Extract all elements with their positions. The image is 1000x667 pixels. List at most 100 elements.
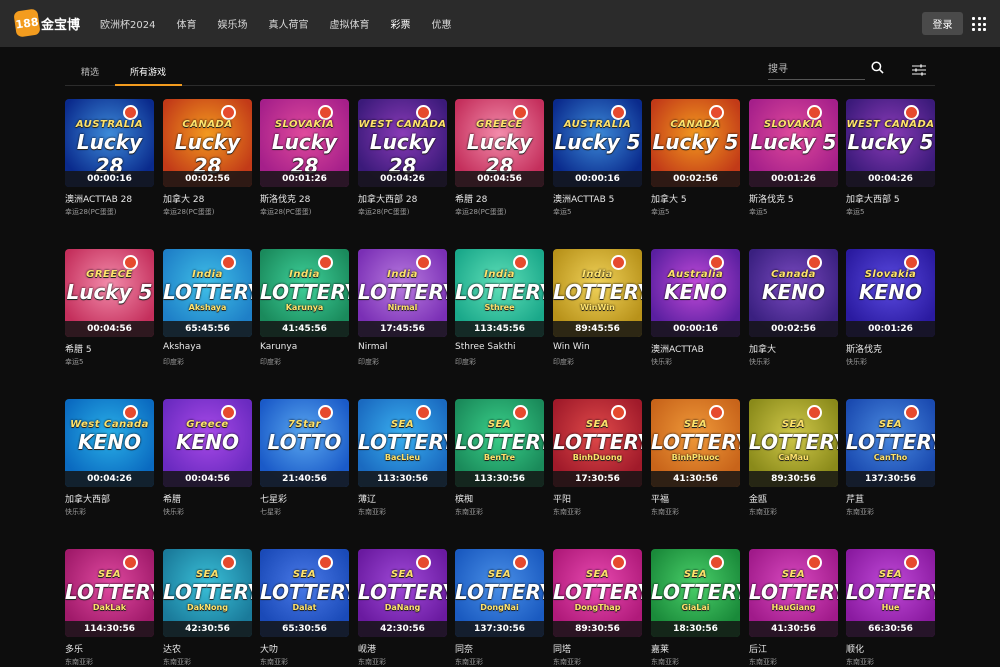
game-name[interactable]: 澳洲ACTTAB 28 <box>65 192 132 205</box>
game-category: 快乐彩 <box>65 508 86 516</box>
search-icon[interactable] <box>871 61 884 74</box>
game-thumbnail[interactable]: SEA LOTTERY CanTho 137:30:56 <box>846 399 935 487</box>
game-name[interactable]: 薄辽 <box>358 492 376 505</box>
game-thumbnail[interactable]: WEST CANADA Lucky 28 00:04:26 <box>358 99 447 187</box>
game-name[interactable]: 希腊 28 <box>455 192 487 205</box>
thumbnail-game-title: LOTTERY <box>358 280 447 304</box>
game-thumbnail[interactable]: SEA LOTTERY Hue 66:30:56 <box>846 549 935 637</box>
game-thumbnail[interactable]: Slovakia KENO 00:01:26 <box>846 249 935 337</box>
nav-item[interactable]: 体育 <box>176 16 196 31</box>
game-thumbnail[interactable]: SEA LOTTERY HauGiang 41:30:56 <box>749 549 838 637</box>
game-name[interactable]: 七星彩 <box>260 492 287 505</box>
game-name[interactable]: 斯洛伐克 28 <box>260 192 310 205</box>
lottery-ball-icon <box>709 255 724 270</box>
nav-item[interactable]: 欧洲杯2024 <box>100 16 155 31</box>
game-name[interactable]: 金瓯 <box>749 492 767 505</box>
game-name[interactable]: 斯洛伐克 5 <box>749 192 794 205</box>
game-thumbnail[interactable]: SEA LOTTERY BinhPhuoc 41:30:56 <box>651 399 740 487</box>
game-thumbnail[interactable]: Canada KENO 00:02:56 <box>749 249 838 337</box>
game-thumbnail[interactable]: SEA LOTTERY BinhDuong 17:30:56 <box>553 399 642 487</box>
game-name[interactable]: 加拿大 28 <box>163 192 204 205</box>
game-thumbnail[interactable]: GREECE Lucky 5 00:04:56 <box>65 249 154 337</box>
site-logo[interactable]: 188 金宝博 <box>13 8 95 38</box>
game-name[interactable]: 后江 <box>749 642 767 655</box>
game-thumbnail[interactable]: India LOTTERY Nirmal 17:45:56 <box>358 249 447 337</box>
game-name[interactable]: 加拿大 5 <box>651 192 687 205</box>
lottery-ball-icon <box>416 255 431 270</box>
game-thumbnail[interactable]: SEA LOTTERY GiaLai 18:30:56 <box>651 549 740 637</box>
game-thumbnail[interactable]: India LOTTERY Karunya 41:45:56 <box>260 249 349 337</box>
game-thumbnail[interactable]: SEA LOTTERY DaNang 42:30:56 <box>358 549 447 637</box>
game-thumbnail[interactable]: SEA LOTTERY BenTre 113:30:56 <box>455 399 544 487</box>
game-thumbnail[interactable]: SEA LOTTERY DakNong 42:30:56 <box>163 549 252 637</box>
game-thumbnail[interactable]: India LOTTERY Akshaya 65:45:56 <box>163 249 252 337</box>
game-thumbnail[interactable]: CANADA Lucky 5 00:02:56 <box>651 99 740 187</box>
thumbnail-region: SEA <box>781 419 806 430</box>
game-thumbnail[interactable]: India LOTTERY Sthree 113:45:56 <box>455 249 544 337</box>
game-thumbnail[interactable]: SEA LOTTERY DongNai 137:30:56 <box>455 549 544 637</box>
search-input[interactable] <box>768 60 863 78</box>
game-thumbnail[interactable]: Greece KENO 00:04:56 <box>163 399 252 487</box>
game-name[interactable]: 加拿大西部 28 <box>358 192 417 205</box>
game-name[interactable]: Win Win <box>553 342 590 352</box>
nav-item[interactable]: 真人荷官 <box>268 16 308 31</box>
game-name[interactable]: 芹苴 <box>846 492 864 505</box>
game-thumbnail[interactable]: CANADA Lucky 28 00:02:56 <box>163 99 252 187</box>
game-name[interactable]: 平阳 <box>553 492 571 505</box>
game-thumbnail[interactable]: SLOVAKIA Lucky 28 00:01:26 <box>260 99 349 187</box>
game-name[interactable]: 同塔 <box>553 642 571 655</box>
game-name[interactable]: 澳洲ACTTAB <box>651 342 704 355</box>
game-name[interactable]: Sthree Sakthi <box>455 342 516 352</box>
game-thumbnail[interactable]: AUSTRALIA Lucky 5 00:00:16 <box>553 99 642 187</box>
game-name[interactable]: 希腊 5 <box>65 342 92 355</box>
game-thumbnail[interactable]: SEA LOTTERY DakLak 114:30:56 <box>65 549 154 637</box>
countdown-timer: 42:30:56 <box>358 621 447 637</box>
game-thumbnail[interactable]: India LOTTERY WinWin 89:45:56 <box>553 249 642 337</box>
game-name[interactable]: 澳洲ACTTAB 5 <box>553 192 614 205</box>
game-thumbnail[interactable]: West Canada KENO 00:04:26 <box>65 399 154 487</box>
thumbnail-region: India <box>289 269 320 280</box>
game-thumbnail[interactable]: SEA LOTTERY CaMau 89:30:56 <box>749 399 838 487</box>
countdown-timer: 65:30:56 <box>260 621 349 637</box>
nav-item[interactable]: 优惠 <box>431 16 451 31</box>
game-name[interactable]: 槟椥 <box>455 492 473 505</box>
game-thumbnail[interactable]: SLOVAKIA Lucky 5 00:01:26 <box>749 99 838 187</box>
nav-item[interactable]: 娱乐场 <box>217 16 247 31</box>
game-category: 东南亚彩 <box>749 658 777 666</box>
game-thumbnail[interactable]: SEA LOTTERY DongThap 89:30:56 <box>553 549 642 637</box>
thumbnail-region: 7Star <box>287 419 322 430</box>
nav-item[interactable]: 虚拟体育 <box>329 16 369 31</box>
game-thumbnail[interactable]: SEA LOTTERY BacLieu 113:30:56 <box>358 399 447 487</box>
game-name[interactable]: 顺化 <box>846 642 864 655</box>
filter-icon[interactable] <box>912 64 926 76</box>
tab-all-games[interactable]: 所有游戏 <box>130 65 166 78</box>
game-thumbnail[interactable]: Australia KENO 00:00:16 <box>651 249 740 337</box>
game-thumbnail[interactable]: AUSTRALIA Lucky 28 00:00:16 <box>65 99 154 187</box>
game-name[interactable]: 嘉莱 <box>651 642 669 655</box>
game-name[interactable]: 同奈 <box>455 642 473 655</box>
game-name[interactable]: 达农 <box>163 642 181 655</box>
countdown-timer: 00:04:56 <box>65 321 154 337</box>
game-thumbnail[interactable]: GREECE Lucky 28 00:04:56 <box>455 99 544 187</box>
countdown-timer: 113:30:56 <box>455 471 544 487</box>
game-name[interactable]: 多乐 <box>65 642 83 655</box>
game-name[interactable]: 希腊 <box>163 492 181 505</box>
game-name[interactable]: Akshaya <box>163 342 201 352</box>
game-thumbnail[interactable]: SEA LOTTERY Dalat 65:30:56 <box>260 549 349 637</box>
countdown-timer: 18:30:56 <box>651 621 740 637</box>
tab-featured[interactable]: 精选 <box>81 65 99 78</box>
game-name[interactable]: 岘港 <box>358 642 376 655</box>
game-name[interactable]: 加拿大 <box>749 342 776 355</box>
game-name[interactable]: 平福 <box>651 492 669 505</box>
game-thumbnail[interactable]: 7Star LOTTO 21:40:56 <box>260 399 349 487</box>
game-thumbnail[interactable]: WEST CANADA Lucky 5 00:04:26 <box>846 99 935 187</box>
game-name[interactable]: 斯洛伐克 <box>846 342 882 355</box>
game-name[interactable]: Karunya <box>260 342 297 352</box>
game-name[interactable]: 加拿大西部 <box>65 492 110 505</box>
login-button[interactable]: 登录 <box>922 12 963 35</box>
grid-menu-icon[interactable] <box>972 17 986 31</box>
game-name[interactable]: Nirmal <box>358 342 388 352</box>
nav-item[interactable]: 彩票 <box>390 16 410 31</box>
game-name[interactable]: 加拿大西部 5 <box>846 192 900 205</box>
game-name[interactable]: 大叻 <box>260 642 278 655</box>
